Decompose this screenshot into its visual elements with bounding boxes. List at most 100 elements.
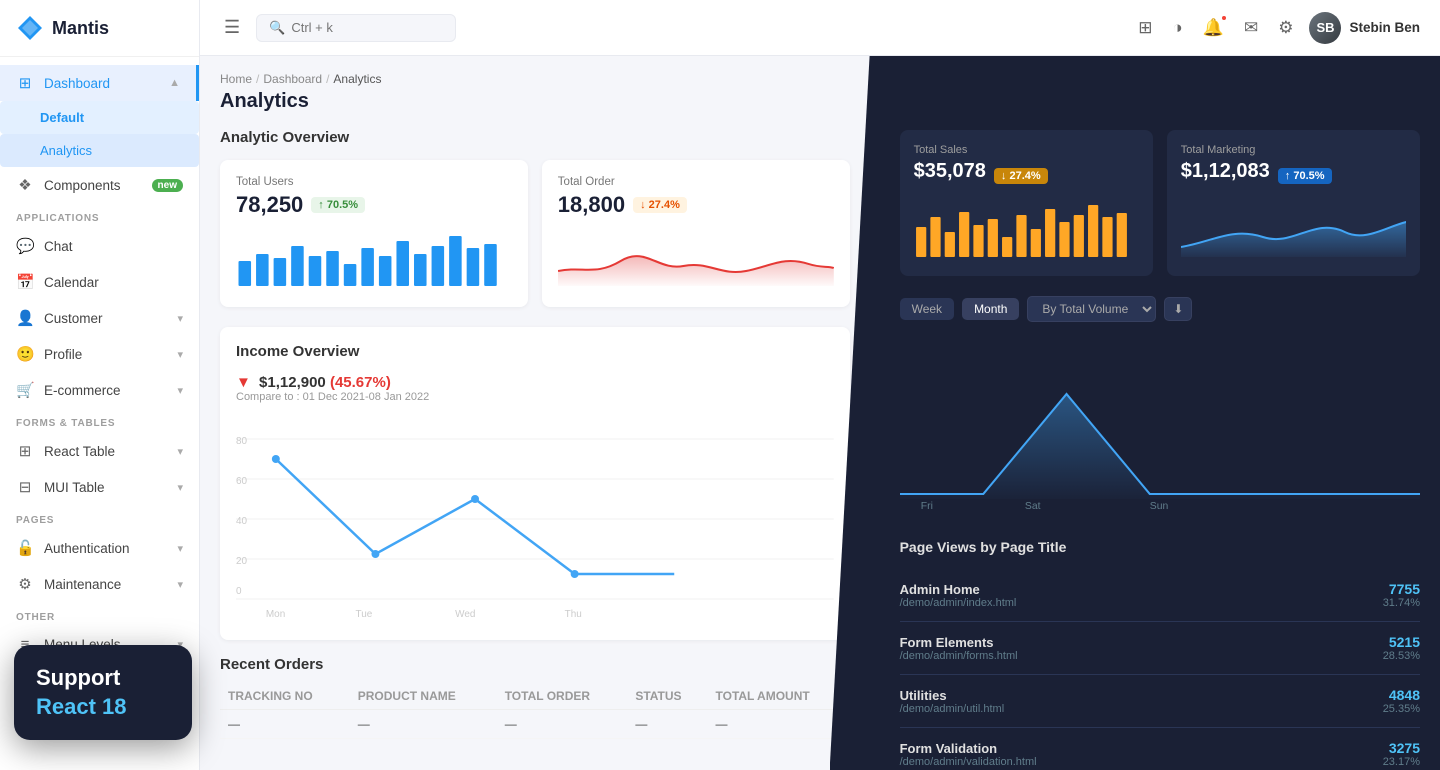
- card-total-users-value: 78,250: [236, 192, 303, 218]
- pv-pct-1: 28.53%: [1383, 650, 1420, 662]
- pv-pct-3: 23.17%: [1383, 756, 1420, 768]
- svg-text:Mon: Mon: [266, 609, 285, 619]
- chevron-down-icon-5: ▾: [177, 481, 183, 494]
- card-total-users-badge: ↑ 70.5%: [311, 197, 365, 213]
- chevron-down-icon-7: ▾: [177, 578, 183, 591]
- notification-button[interactable]: 🔔: [1199, 14, 1228, 42]
- chevron-down-icon-4: ▾: [177, 445, 183, 458]
- pv-count-3: 3275: [1383, 740, 1420, 756]
- income-arrow-icon: ▼: [236, 374, 251, 391]
- dark-card-total-marketing: Total Marketing $1,12,083 ↑ 70.5%: [1167, 130, 1420, 276]
- dark-month-btn[interactable]: Month: [962, 298, 1019, 320]
- sidebar-item-maintenance[interactable]: ⚙ Maintenance ▾: [0, 566, 199, 602]
- sidebar-item-customer[interactable]: 👤 Customer ▾: [0, 300, 199, 336]
- sidebar-logo[interactable]: Mantis: [0, 0, 199, 57]
- support-popup[interactable]: Support React 18: [14, 645, 192, 740]
- svg-text:Wed: Wed: [455, 609, 475, 619]
- pv-count-2: 4848: [1383, 687, 1420, 703]
- dark-income-section: Week Month By Total Volume ⬇: [850, 296, 1420, 519]
- topbar: ☰ 🔍 ⊞ ◑ 🔔 ✉ ⚙ SB Stebin Ben: [200, 0, 1440, 56]
- svg-text:20: 20: [236, 556, 248, 567]
- arrow-down-icon-2: ↓: [1001, 170, 1007, 182]
- chevron-down-icon: ▾: [177, 312, 183, 325]
- dark-overview-spacer: Total Sales $35,078 ↓ 27.4%: [850, 72, 1420, 276]
- dark-week-btn[interactable]: Week: [900, 298, 954, 320]
- card-total-order: Total Order 18,800 ↓ 27.4%: [542, 160, 850, 307]
- dark-analytic-cards: Total Sales $35,078 ↓ 27.4%: [900, 130, 1420, 276]
- orders-col-tracking: TRACKING NO: [220, 683, 350, 710]
- avatar: SB: [1309, 12, 1341, 44]
- dark-card-total-sales: Total Sales $35,078 ↓ 27.4%: [900, 130, 1153, 276]
- total-order-chart: [558, 226, 834, 286]
- sidebar-item-react-table[interactable]: ⊞ React Table ▾: [0, 433, 199, 469]
- search-input[interactable]: [291, 20, 431, 35]
- pv-pct-2: 25.35%: [1383, 703, 1420, 715]
- orders-col-total: TOTAL ORDER: [497, 683, 628, 710]
- theme-button[interactable]: ◑: [1169, 14, 1187, 42]
- settings-button[interactable]: ⚙: [1274, 14, 1297, 42]
- breadcrumb: Home / Dashboard / Analytics: [220, 72, 850, 86]
- app-title: Mantis: [52, 18, 109, 39]
- recent-orders-title: Recent Orders: [220, 656, 850, 673]
- arrow-up-icon-2: ↑: [1285, 170, 1291, 182]
- avatar-initials: SB: [1316, 20, 1334, 35]
- maintenance-label: Maintenance: [44, 577, 121, 592]
- auth-icon: 🔓: [16, 539, 34, 557]
- sidebar-item-mui-table[interactable]: ⊟ MUI Table ▾: [0, 469, 199, 505]
- sidebar-item-components[interactable]: ❖ Components new: [0, 167, 199, 203]
- pv-name-1: Form Elements: [900, 635, 1018, 650]
- sidebar-item-default[interactable]: Default: [0, 101, 199, 134]
- right-panel: Total Sales $35,078 ↓ 27.4%: [830, 56, 1440, 770]
- user-name: Stebin Ben: [1349, 20, 1420, 35]
- chevron-down-icon-2: ▾: [177, 348, 183, 361]
- card-total-order-badge: ↓ 27.4%: [633, 197, 687, 213]
- dark-card-marketing-label: Total Marketing: [1181, 144, 1406, 156]
- components-icon: ❖: [16, 176, 34, 194]
- breadcrumb-sep1: /: [256, 72, 259, 86]
- content-area: Home / Dashboard / Analytics Analytics A…: [200, 56, 1440, 770]
- messages-button[interactable]: ✉: [1240, 14, 1262, 42]
- user-area[interactable]: SB Stebin Ben: [1309, 12, 1420, 44]
- search-icon: 🔍: [269, 20, 285, 36]
- income-compare: Compare to : 01 Dec 2021-08 Jan 2022: [236, 391, 429, 403]
- sidebar-item-ecommerce[interactable]: 🛒 E-commerce ▾: [0, 372, 199, 408]
- income-line-chart: 0 20 40 60 80 Mon Tue Wed Thu: [236, 419, 834, 619]
- hamburger-button[interactable]: ☰: [220, 13, 244, 42]
- main-area: ☰ 🔍 ⊞ ◑ 🔔 ✉ ⚙ SB Stebin Ben: [200, 0, 1440, 770]
- card-total-users: Total Users 78,250 ↑ 70.5%: [220, 160, 528, 307]
- react-table-icon: ⊞: [16, 442, 34, 460]
- sidebar-item-profile[interactable]: 🙂 Profile ▾: [0, 336, 199, 372]
- sidebar-item-dashboard[interactable]: ⊞ Dashboard ▲: [0, 65, 199, 101]
- topbar-left: ☰ 🔍: [220, 13, 456, 42]
- customer-icon: 👤: [16, 309, 34, 327]
- breadcrumb-home[interactable]: Home: [220, 72, 252, 86]
- apps-button[interactable]: ⊞: [1134, 14, 1156, 42]
- profile-icon: 🙂: [16, 345, 34, 363]
- pv-item-2: Utilities /demo/admin/util.html 4848 25.…: [900, 675, 1420, 728]
- ecommerce-icon: 🛒: [16, 381, 34, 399]
- arrow-up-icon: ↑: [318, 199, 324, 211]
- maintenance-icon: ⚙: [16, 575, 34, 593]
- sidebar-item-calendar[interactable]: 📅 Calendar: [0, 264, 199, 300]
- search-box[interactable]: 🔍: [256, 14, 456, 42]
- orders-col-amount: TOTAL AMOUNT: [708, 683, 850, 710]
- income-pct: (45.67%): [330, 374, 391, 391]
- calendar-label: Calendar: [44, 275, 99, 290]
- sidebar-item-analytics[interactable]: Analytics: [0, 134, 199, 167]
- breadcrumb-dashboard[interactable]: Dashboard: [263, 72, 322, 86]
- page-views-title: Page Views by Page Title: [900, 539, 1420, 555]
- support-popup-subtitle: React 18: [36, 694, 170, 720]
- sidebar-item-chat[interactable]: 💬 Chat: [0, 228, 199, 264]
- chat-icon: 💬: [16, 237, 34, 255]
- recent-orders-section: Recent Orders TRACKING NO PRODUCT NAME T…: [220, 656, 850, 739]
- components-label: Components: [44, 178, 121, 193]
- dark-download-btn[interactable]: ⬇: [1164, 297, 1192, 321]
- page-views-section: Page Views by Page Title Admin Home /dem…: [850, 539, 1420, 770]
- table-row: — — — — —: [220, 710, 850, 739]
- dark-card-marketing-badge: ↑ 70.5%: [1278, 168, 1332, 184]
- pv-name-0: Admin Home: [900, 582, 1017, 597]
- customer-label: Customer: [44, 311, 103, 326]
- pv-item-1: Form Elements /demo/admin/forms.html 521…: [900, 622, 1420, 675]
- dark-volume-select[interactable]: By Total Volume: [1027, 296, 1156, 322]
- sidebar-item-authentication[interactable]: 🔓 Authentication ▾: [0, 530, 199, 566]
